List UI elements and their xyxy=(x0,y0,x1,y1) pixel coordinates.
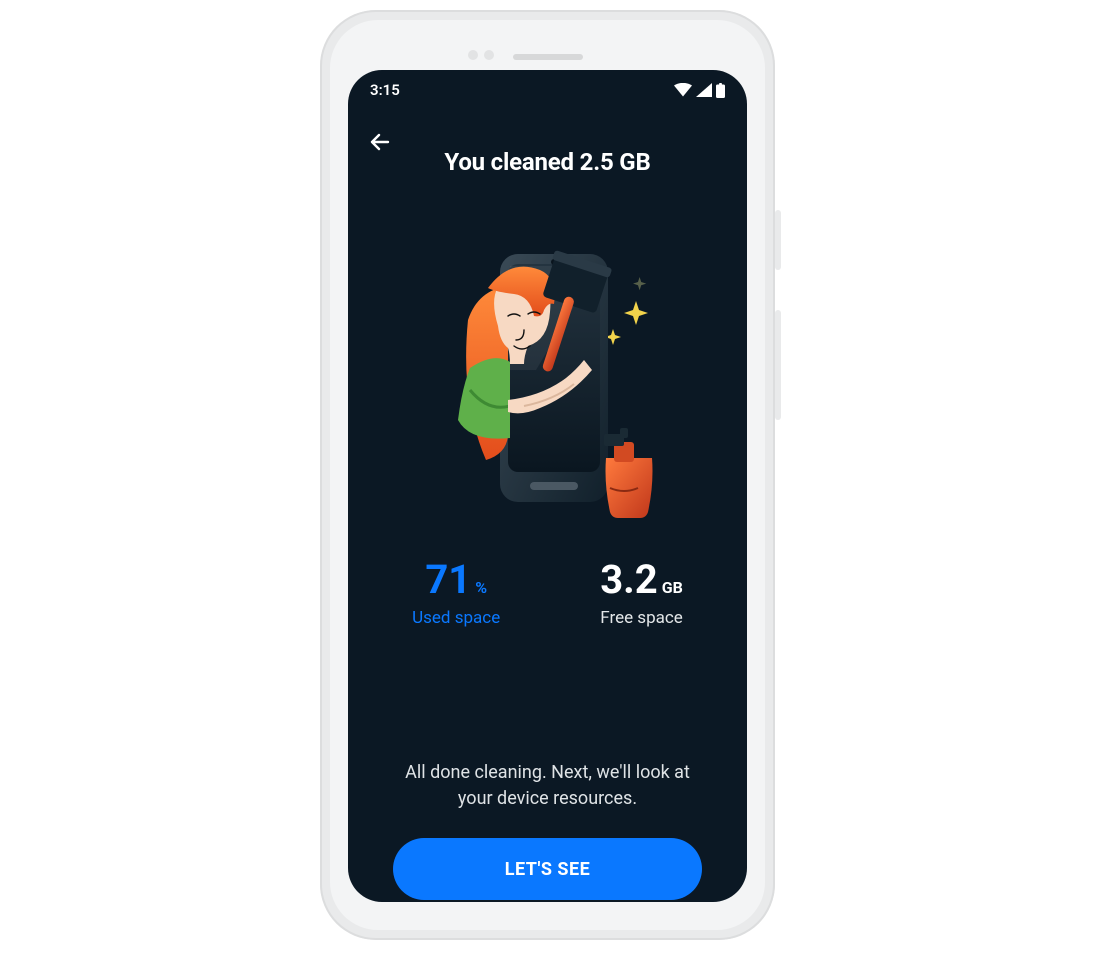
cleaning-illustration xyxy=(428,250,668,520)
battery-icon xyxy=(716,83,725,98)
free-space-stat: 3.2 GB Free space xyxy=(600,560,683,628)
status-bar: 3:15 xyxy=(348,70,747,110)
lets-see-label: LET'S SEE xyxy=(505,859,590,880)
page-title: You cleaned 2.5 GB xyxy=(348,148,747,176)
free-space-unit: GB xyxy=(662,578,683,597)
lets-see-button[interactable]: LET'S SEE xyxy=(393,838,702,900)
used-space-label: Used space xyxy=(412,608,500,628)
used-space-value: 71 xyxy=(425,560,471,600)
wifi-icon xyxy=(674,83,692,97)
cell-signal-icon xyxy=(696,83,712,97)
speaker-grille xyxy=(513,54,583,60)
sensor-icon xyxy=(484,50,494,60)
free-space-label: Free space xyxy=(600,608,683,628)
completion-message: All done cleaning. Next, we'll look at y… xyxy=(388,760,707,812)
volume-button xyxy=(775,310,781,420)
free-space-value: 3.2 xyxy=(600,560,658,600)
used-space-stat: 71 % Used space xyxy=(412,560,500,628)
sensor-icon xyxy=(468,50,478,60)
used-space-unit: % xyxy=(475,578,487,597)
app-screen: 3:15 You cleaned 2.5 GB xyxy=(348,70,747,902)
phone-frame: 3:15 You cleaned 2.5 GB xyxy=(320,10,775,940)
power-button xyxy=(775,210,781,270)
storage-stats: 71 % Used space 3.2 GB Free space xyxy=(348,560,747,628)
status-time: 3:15 xyxy=(370,81,400,99)
